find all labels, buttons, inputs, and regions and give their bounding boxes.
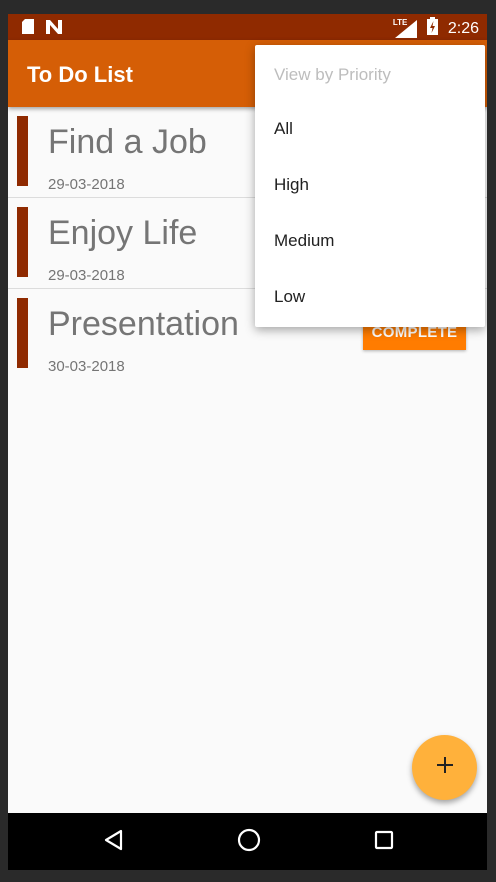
home-icon (237, 828, 261, 857)
task-title: Presentation (48, 305, 239, 343)
task-date: 30-03-2018 (48, 358, 125, 375)
back-icon (103, 829, 123, 856)
menu-item-all[interactable]: All (255, 101, 485, 157)
task-date: 29-03-2018 (48, 267, 125, 284)
recents-button[interactable] (369, 827, 399, 857)
task-title: Find a Job (48, 123, 207, 161)
menu-header: View by Priority (274, 65, 391, 84)
priority-indicator (17, 116, 28, 186)
clock: 2:26 (447, 19, 479, 37)
navigation-bar (8, 813, 487, 870)
priority-filter-menu: View by Priority All High Medium Low (255, 45, 485, 327)
network-type-label: LTE (392, 17, 408, 27)
add-task-button[interactable] (412, 735, 477, 800)
sd-card-icon (22, 19, 34, 39)
recents-icon (374, 830, 394, 855)
n-notification-icon (46, 19, 62, 39)
menu-item-medium[interactable]: Medium (255, 213, 485, 269)
status-bar: LTE 2:26 (8, 14, 487, 40)
plus-icon (435, 755, 455, 780)
app-title: To Do List (27, 62, 133, 87)
battery-charging-icon (426, 17, 438, 40)
menu-item-low[interactable]: Low (255, 269, 485, 325)
priority-indicator (17, 298, 28, 368)
menu-item-high[interactable]: High (255, 157, 485, 213)
back-button[interactable] (98, 827, 128, 857)
task-date: 29-03-2018 (48, 176, 125, 193)
priority-indicator (17, 207, 28, 277)
home-button[interactable] (234, 827, 264, 857)
signal-icon: LTE (392, 17, 417, 38)
phone-screen: LTE 2:26 To Do List Find a Job 29-03-201… (8, 14, 487, 870)
task-title: Enjoy Life (48, 214, 198, 252)
